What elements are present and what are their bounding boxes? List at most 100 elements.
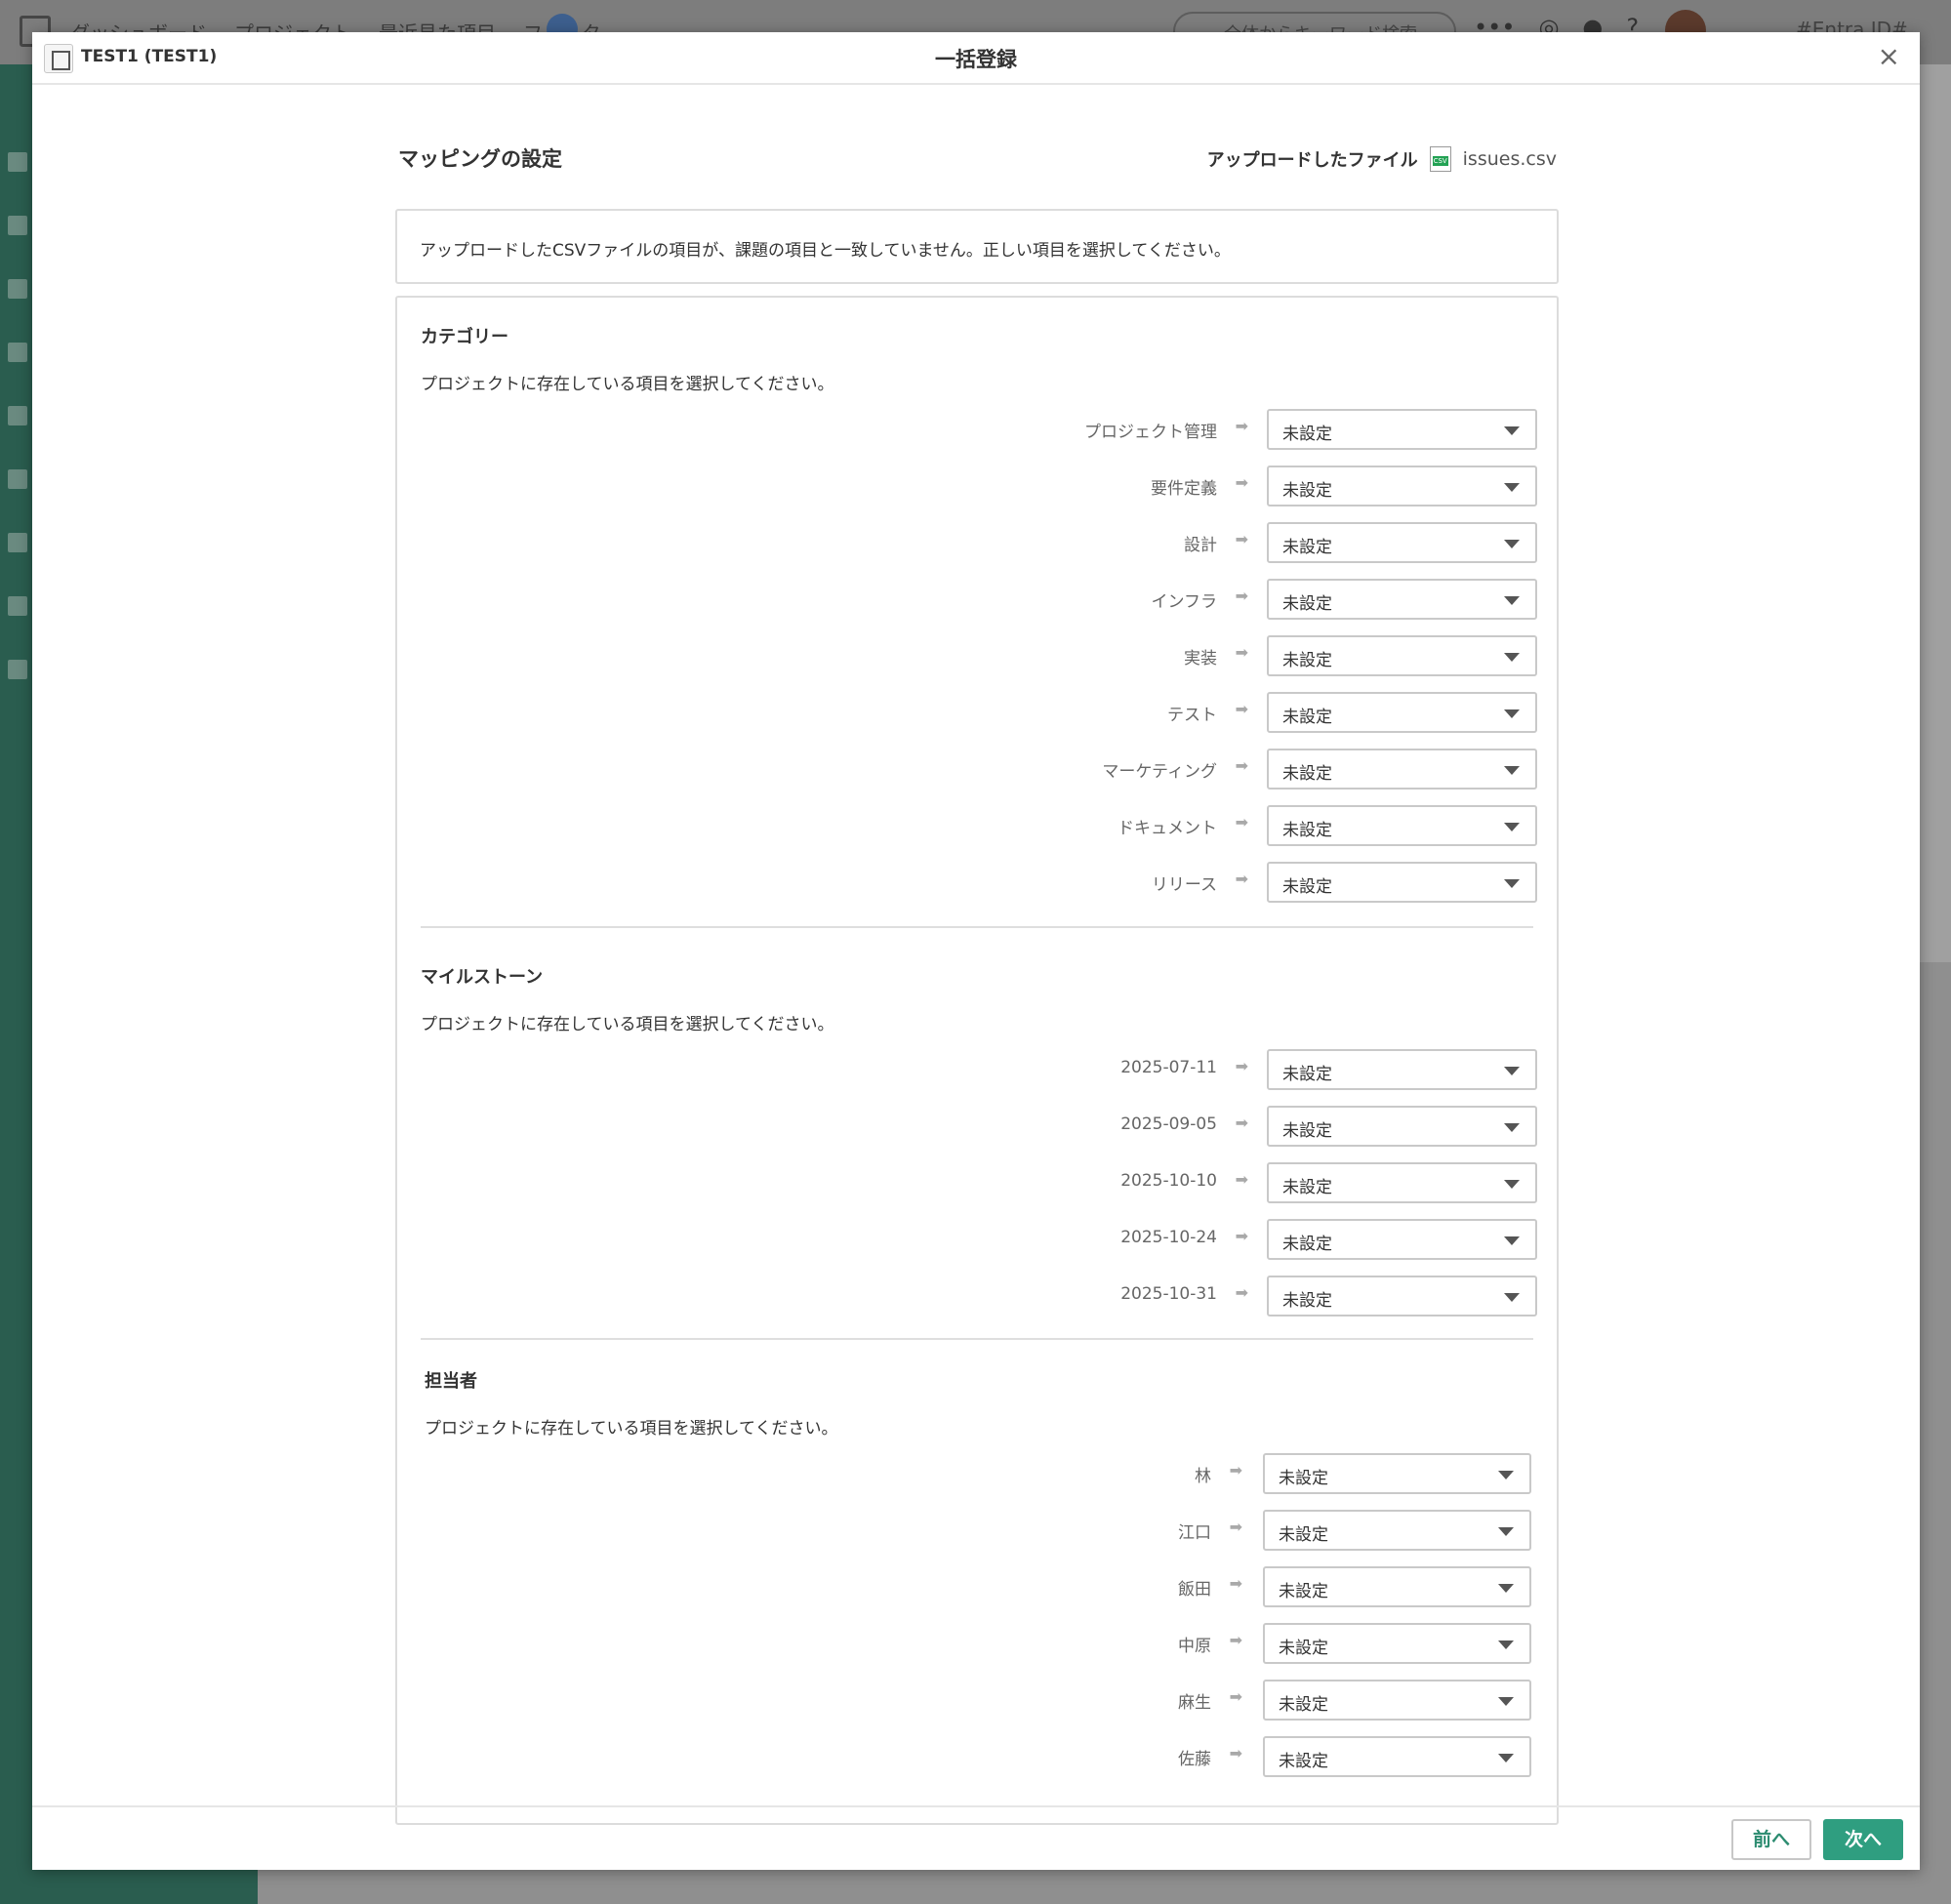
source-item-label: 江口 (1178, 1523, 1211, 1543)
caret-down-icon (1504, 1236, 1520, 1245)
source-item-label: 中原 (1178, 1637, 1211, 1656)
background-sidebar-bottom (33, 1870, 258, 1904)
milestone-target-select[interactable]: 未設定 (1267, 1049, 1537, 1090)
select-value: 未設定 (1282, 764, 1332, 784)
category-target-select[interactable]: 未設定 (1267, 862, 1537, 903)
select-value: 未設定 (1282, 1291, 1332, 1311)
milestone-section-title: マイルストーン (421, 967, 544, 988)
assignee-target-select[interactable]: 未設定 (1263, 1510, 1531, 1551)
category-target-select[interactable]: 未設定 (1267, 466, 1537, 506)
caret-down-icon (1504, 879, 1520, 888)
settings-icon (8, 660, 27, 679)
files-icon (8, 596, 27, 616)
source-item-label: 麻生 (1178, 1693, 1211, 1713)
arrow-right-icon: ➡ (1235, 643, 1248, 662)
modal-title: 一括登録 (935, 48, 1017, 71)
select-value: 未設定 (1282, 877, 1332, 897)
caret-down-icon (1504, 823, 1520, 831)
category-target-select[interactable]: 未設定 (1267, 522, 1537, 563)
assignee-target-select[interactable]: 未設定 (1263, 1680, 1531, 1721)
select-value: 未設定 (1279, 1582, 1328, 1601)
uploaded-file-name: issues.csv (1462, 148, 1557, 170)
source-item-label: 佐藤 (1178, 1750, 1211, 1769)
category-target-select[interactable]: 未設定 (1267, 635, 1537, 676)
milestone-mapping-row: 2025-07-11 ➡ 未設定 (397, 1049, 1561, 1090)
source-item-label: 2025-07-11 (1120, 1058, 1217, 1077)
caret-down-icon (1498, 1471, 1514, 1479)
background-sidebar (0, 64, 33, 1904)
arrow-right-icon: ➡ (1235, 1114, 1248, 1132)
assignee-target-select[interactable]: 未設定 (1263, 1623, 1531, 1664)
category-mapping-row: マーケティング ➡ 未設定 (397, 749, 1561, 790)
category-mapping-row: リリース ➡ 未設定 (397, 862, 1561, 903)
uploaded-file-info: アップロードしたファイル issues.csv (1207, 146, 1557, 172)
milestone-mapping-row: 2025-10-24 ➡ 未設定 (397, 1219, 1561, 1260)
source-item-label: 林 (1195, 1467, 1211, 1486)
caret-down-icon (1498, 1697, 1514, 1706)
source-item-label: ドキュメント (1118, 819, 1217, 838)
caret-down-icon (1504, 1293, 1520, 1302)
caret-down-icon (1504, 1123, 1520, 1132)
assignee-mapping-row: 佐藤 ➡ 未設定 (397, 1736, 1561, 1777)
source-item-label: 2025-10-24 (1120, 1228, 1217, 1247)
next-button[interactable]: 次へ (1823, 1819, 1903, 1860)
select-value: 未設定 (1282, 1178, 1332, 1197)
arrow-right-icon: ➡ (1235, 756, 1248, 775)
milestone-mapping-row: 2025-09-05 ➡ 未設定 (397, 1106, 1561, 1147)
category-target-select[interactable]: 未設定 (1267, 805, 1537, 846)
mapping-box: カテゴリー プロジェクトに存在している項目を選択してください。 プロジェクト管理 ➡ 未… (395, 296, 1559, 1825)
assignee-mapping-row: 中原 ➡ 未設定 (397, 1623, 1561, 1664)
select-value: 未設定 (1279, 1525, 1328, 1545)
source-item-label: 実装 (1184, 649, 1217, 668)
category-target-select[interactable]: 未設定 (1267, 409, 1537, 450)
section-divider (421, 1338, 1533, 1340)
milestone-mapping-row: 2025-10-10 ➡ 未設定 (397, 1162, 1561, 1203)
milestone-target-select[interactable]: 未設定 (1267, 1106, 1537, 1147)
milestone-target-select[interactable]: 未設定 (1267, 1162, 1537, 1203)
assignee-section-description: プロジェクトに存在している項目を選択してください。 (425, 1419, 838, 1438)
arrow-right-icon: ➡ (1229, 1461, 1242, 1479)
milestone-target-select[interactable]: 未設定 (1267, 1219, 1537, 1260)
select-value: 未設定 (1282, 821, 1332, 840)
prev-button[interactable]: 前へ (1731, 1819, 1811, 1860)
select-value: 未設定 (1279, 1752, 1328, 1771)
select-value: 未設定 (1282, 651, 1332, 670)
source-item-label: マーケティング (1102, 762, 1217, 782)
uploaded-file-label: アップロードしたファイル (1206, 150, 1418, 171)
caret-down-icon (1504, 1067, 1520, 1075)
category-target-select[interactable]: 未設定 (1267, 579, 1537, 620)
arrow-right-icon: ➡ (1235, 1057, 1248, 1075)
mismatch-notice: アップロードしたCSVファイルの項目が、課題の項目と一致していません。正しい項目… (395, 209, 1559, 284)
assignee-section-title: 担当者 (425, 1371, 477, 1392)
caret-down-icon (1498, 1641, 1514, 1649)
assignee-target-select[interactable]: 未設定 (1263, 1453, 1531, 1494)
csv-file-icon (1429, 146, 1451, 172)
arrow-right-icon: ➡ (1235, 700, 1248, 718)
category-target-select[interactable]: 未設定 (1267, 692, 1537, 733)
assignee-target-select[interactable]: 未設定 (1263, 1566, 1531, 1607)
caret-down-icon (1504, 1180, 1520, 1189)
category-mapping-row: 要件定義 ➡ 未設定 (397, 466, 1561, 506)
arrow-right-icon: ➡ (1229, 1631, 1242, 1649)
arrow-right-icon: ➡ (1235, 417, 1248, 435)
home-icon (8, 152, 27, 172)
arrow-right-icon: ➡ (1235, 1283, 1248, 1302)
category-mapping-row: テスト ➡ 未設定 (397, 692, 1561, 733)
milestone-mapping-row: 2025-10-31 ➡ 未設定 (397, 1276, 1561, 1317)
section-divider (421, 926, 1533, 928)
board-icon (8, 343, 27, 362)
modal-footer: 前へ 次へ (32, 1805, 1920, 1870)
category-mapping-row: プロジェクト管理 ➡ 未設定 (397, 409, 1561, 450)
milestone-target-select[interactable]: 未設定 (1267, 1276, 1537, 1317)
wiki-icon (8, 533, 27, 552)
source-item-label: 2025-09-05 (1120, 1114, 1217, 1134)
caret-down-icon (1504, 426, 1520, 435)
assignee-target-select[interactable]: 未設定 (1263, 1736, 1531, 1777)
close-icon[interactable]: × (1878, 40, 1900, 72)
document-icon (8, 469, 27, 489)
caret-down-icon (1504, 709, 1520, 718)
category-target-select[interactable]: 未設定 (1267, 749, 1537, 790)
issues-icon (8, 279, 27, 299)
assignee-mapping-row: 麻生 ➡ 未設定 (397, 1680, 1561, 1721)
assignee-mapping-row: 林 ➡ 未設定 (397, 1453, 1561, 1494)
